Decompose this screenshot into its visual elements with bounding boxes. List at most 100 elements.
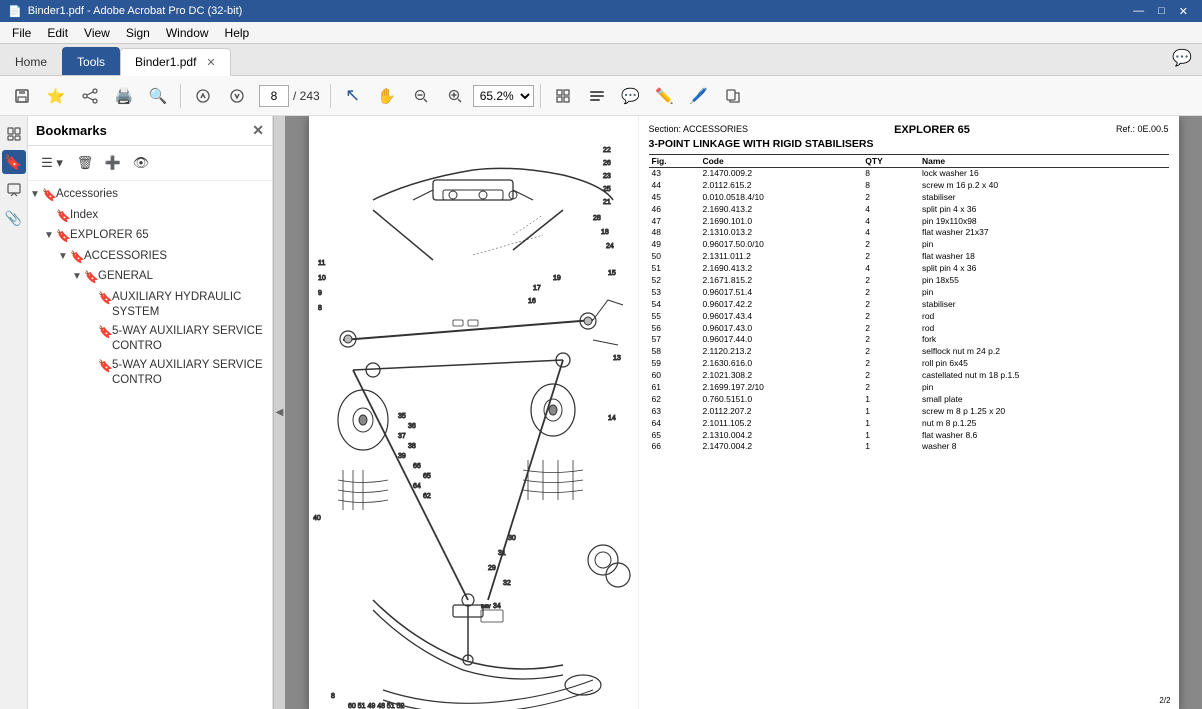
table-row: 612.1699.197.2/102pin — [649, 382, 1169, 394]
page-thumbnails-tool[interactable] — [2, 122, 26, 146]
minimize-button[interactable]: — — [1127, 1, 1150, 21]
table-row: 502.1311.011.22flat washer 18 — [649, 251, 1169, 263]
maximize-button[interactable]: □ — [1152, 1, 1171, 21]
bookmark-index[interactable]: 🔖 Index — [28, 206, 272, 227]
svg-text:15: 15 — [608, 270, 616, 277]
table-row: 472.1690.101.04pin 19x110x98 — [649, 216, 1169, 228]
bookmarks-options-button[interactable]: ☰ ▾ — [34, 150, 70, 176]
svg-text:9: 9 — [318, 290, 322, 297]
svg-text:16: 16 — [528, 298, 536, 305]
expand-icon: ▼ — [56, 250, 70, 263]
svg-text:21: 21 — [603, 199, 611, 206]
bookmark-accessories[interactable]: ▼ 🔖 Accessories — [28, 185, 272, 206]
menu-window[interactable]: Window — [158, 24, 217, 42]
page-up-button[interactable] — [187, 80, 219, 112]
bookmark-general[interactable]: ▼ 🔖 GENERAL — [28, 267, 272, 288]
menu-sign[interactable]: Sign — [118, 24, 158, 42]
svg-text:64: 64 — [413, 483, 421, 490]
page-number-input[interactable] — [259, 85, 289, 107]
save-button[interactable] — [6, 80, 38, 112]
table-row: 490.96017.50.0/102pin — [649, 239, 1169, 251]
zoom-out-button[interactable] — [405, 80, 437, 112]
menu-help[interactable]: Help — [217, 24, 258, 42]
bookmark-icon: 🔖 — [56, 229, 70, 245]
col-qty: QTY — [862, 155, 919, 168]
svg-text:29: 29 — [488, 565, 496, 572]
menu-file[interactable]: File — [4, 24, 39, 42]
table-row: 662.1470.004.21washer 8 — [649, 441, 1169, 453]
bookmark-icon: 🔖 — [98, 359, 112, 375]
bookmark-explorer65[interactable]: ▼ 🔖 EXPLORER 65 — [28, 226, 272, 247]
expand-icon: ▼ — [42, 229, 56, 242]
table-row: 540.96017.42.22stabiliser — [649, 299, 1169, 311]
reading-mode-button[interactable] — [581, 80, 613, 112]
bookmark-5way-2[interactable]: 🔖 5-WAY AUXILIARY SERVICE CONTRO — [28, 356, 272, 390]
table-row: 530.96017.51.42pin — [649, 287, 1169, 299]
svg-text:10: 10 — [318, 275, 326, 282]
table-row: 450.010.0518.4/102stabiliser — [649, 192, 1169, 204]
svg-text:32: 32 — [503, 580, 511, 587]
table-row: 570.96017.44.02fork — [649, 334, 1169, 346]
select-tool-button[interactable]: ↖ — [337, 80, 369, 112]
share-button[interactable] — [74, 80, 106, 112]
svg-text:18: 18 — [601, 229, 609, 236]
close-button[interactable]: ✕ — [1173, 1, 1194, 21]
bookmark-aux-hydraulic[interactable]: 🔖 AUXILIARY HYDRAULIC SYSTEM — [28, 288, 272, 322]
svg-text:19: 19 — [553, 275, 561, 282]
close-bookmarks-button[interactable]: ✕ — [252, 122, 264, 139]
bookmark-button[interactable]: ⭐ — [40, 80, 72, 112]
draw-button[interactable]: 🖊️ — [683, 80, 715, 112]
chat-icon[interactable]: 💬 — [1172, 48, 1192, 68]
table-row: 620.760.5151.01small plate — [649, 394, 1169, 406]
menu-edit[interactable]: Edit — [39, 24, 76, 42]
tab-tools[interactable]: Tools — [62, 47, 120, 75]
tab-document[interactable]: Binder1.pdf ✕ — [120, 48, 231, 76]
menu-view[interactable]: View — [76, 24, 118, 42]
bookmarks-header: Bookmarks ✕ — [28, 116, 272, 146]
attachments-tool[interactable]: 📎 — [2, 206, 26, 230]
bookmark-icon: 🔖 — [42, 188, 56, 204]
pdf-area: 11 10 9 8 — [285, 116, 1202, 709]
bookmark-properties-button[interactable]: 👁 — [128, 150, 154, 176]
page-down-button[interactable] — [221, 80, 253, 112]
svg-text:60 51 49 48 51 52: 60 51 49 48 51 52 — [348, 703, 405, 709]
table-row: 592.1630.616.02roll pin 6x45 — [649, 358, 1169, 370]
tab-home[interactable]: Home — [0, 47, 62, 75]
hand-tool-button[interactable]: ✋ — [371, 80, 403, 112]
svg-text:37: 37 — [398, 433, 406, 440]
col-fig: Fig. — [649, 155, 700, 168]
table-row: 522.1671.815.22pin 18x55 — [649, 275, 1169, 287]
zoom-in-button[interactable] — [439, 80, 471, 112]
export-button[interactable] — [717, 80, 749, 112]
technical-drawing: 11 10 9 8 — [313, 120, 633, 709]
print-button[interactable]: 🖨️ — [108, 80, 140, 112]
bookmarks-toolbar: ☰ ▾ 🗑 ➕ 👁 — [28, 146, 272, 181]
highlight-button[interactable]: ✏️ — [649, 80, 681, 112]
bookmark-label: ACCESSORIES — [84, 249, 266, 264]
table-row: 602.1021.308.22castellated nut m 18 p.1.… — [649, 370, 1169, 382]
delete-bookmark-button[interactable]: 🗑 — [72, 150, 98, 176]
svg-text:30: 30 — [508, 535, 516, 542]
bookmarks-tree: ▼ 🔖 Accessories 🔖 Index ▼ 🔖 EXPLORER 65 … — [28, 181, 272, 709]
bookmarks-tool[interactable]: 🔖 — [2, 150, 26, 174]
find-button[interactable]: 🔍 — [142, 80, 174, 112]
bookmark-icon: 🔖 — [98, 325, 112, 341]
fit-page-button[interactable] — [547, 80, 579, 112]
page-subtitle: 3-POINT LINKAGE WITH RIGID STABILISERS — [649, 138, 1169, 150]
add-bookmark-button[interactable]: ➕ — [100, 150, 126, 176]
tab-close-button[interactable]: ✕ — [206, 56, 215, 69]
collapse-panel-handle[interactable]: ◀ — [273, 116, 285, 709]
bookmark-accessories-sub[interactable]: ▼ 🔖 ACCESSORIES — [28, 247, 272, 268]
col-name: Name — [919, 155, 1169, 168]
comment-button[interactable]: 💬 — [615, 80, 647, 112]
svg-text:39: 39 — [398, 453, 406, 460]
svg-text:14: 14 — [608, 415, 616, 422]
bookmark-5way-1[interactable]: 🔖 5-WAY AUXILIARY SERVICE CONTRO — [28, 322, 272, 356]
page-nav: / 243 — [259, 85, 320, 107]
zoom-select[interactable]: 65.2% 50% 75% 100% 125% — [473, 85, 534, 107]
annotations-tool[interactable] — [2, 178, 26, 202]
svg-text:65: 65 — [423, 473, 431, 480]
svg-text:31: 31 — [498, 550, 506, 557]
tab-document-label: Binder1.pdf — [135, 55, 196, 69]
table-row: 550.96017.43.42rod — [649, 311, 1169, 323]
